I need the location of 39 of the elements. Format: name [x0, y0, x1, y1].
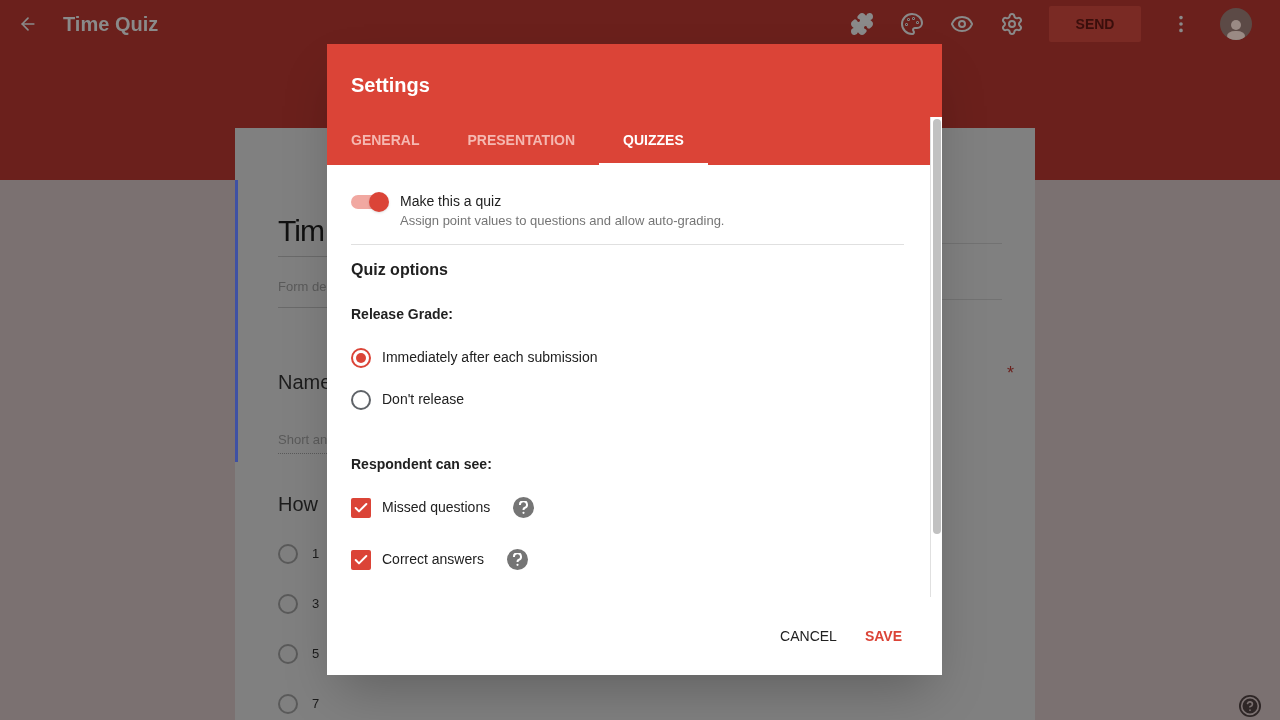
- option-label: 5: [312, 645, 320, 664]
- toggle-label: Make this a quiz: [400, 192, 503, 211]
- quiz-toggle[interactable]: [351, 191, 389, 213]
- settings-tab[interactable]: PRESENTATION: [443, 117, 600, 165]
- release-grade-label: Release Grade:: [351, 305, 454, 324]
- checkbox[interactable]: [351, 549, 371, 570]
- radio-button[interactable]: [351, 389, 371, 410]
- settings-tab[interactable]: QUIZZES: [599, 117, 708, 165]
- palette-icon[interactable]: [900, 12, 924, 36]
- dialog-title: Settings: [350, 73, 431, 98]
- checkbox[interactable]: [351, 497, 371, 518]
- radio-button[interactable]: [278, 644, 298, 664]
- checkbox-label: Correct answers: [382, 550, 484, 569]
- avatar-icon[interactable]: [1220, 8, 1252, 40]
- puzzle-icon[interactable]: [850, 12, 874, 36]
- radio-button[interactable]: [278, 694, 298, 714]
- help-icon[interactable]: [506, 549, 528, 570]
- respondent-label: Respondent can see:: [351, 455, 493, 474]
- checkbox-label: Missed questions: [382, 498, 491, 517]
- settings-tab[interactable]: GENERAL: [327, 117, 444, 165]
- radio-button[interactable]: [351, 347, 371, 368]
- radio-label: Immediately after each submission: [382, 348, 598, 367]
- required-asterisk: *: [1007, 362, 1015, 385]
- form-title: Time Quiz: [63, 12, 159, 37]
- option-label: 1: [312, 545, 320, 564]
- radio-button[interactable]: [278, 594, 298, 614]
- option-label: 7: [312, 695, 320, 714]
- option-label: 3: [312, 595, 320, 614]
- cancel-button[interactable]: CANCEL: [772, 618, 845, 654]
- question-title: How: [278, 494, 319, 514]
- toggle-description: Assign point values to questions and allow auto-grading.: [400, 212, 725, 230]
- scrollbar[interactable]: [930, 117, 942, 597]
- help-icon[interactable]: [513, 497, 535, 518]
- section-title: Quiz options: [351, 260, 449, 280]
- help-icon[interactable]: [1239, 695, 1261, 717]
- settings-icon[interactable]: [1000, 12, 1024, 36]
- save-button[interactable]: SAVE: [856, 618, 910, 654]
- radio-label: Don't release: [382, 390, 465, 409]
- radio-button[interactable]: [278, 544, 298, 564]
